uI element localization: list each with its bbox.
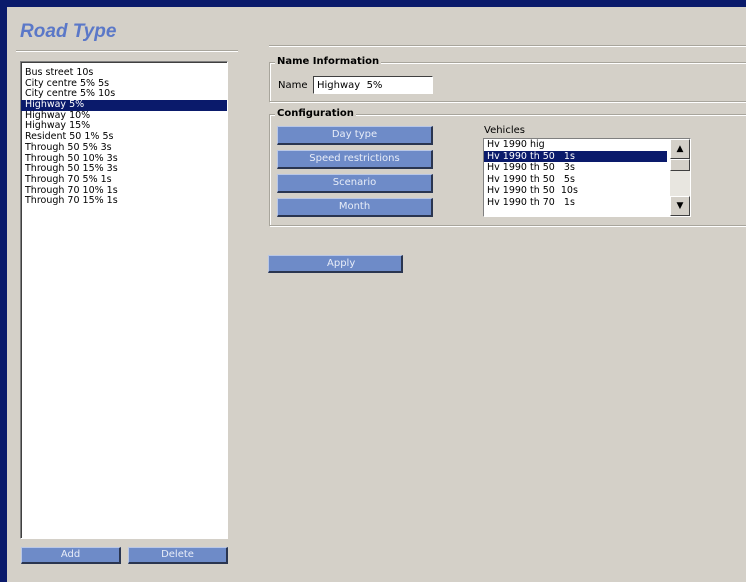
title-divider	[16, 50, 238, 52]
page-title: Road Type	[20, 21, 117, 42]
scroll-down-icon[interactable]: ▼	[670, 196, 690, 216]
vehicles-list[interactable]: Hv 1990 hig Hv 1990 th 50 1s Hv 1990 th 50…	[483, 138, 691, 217]
name-information-legend: Name Information	[275, 56, 382, 67]
scroll-up-icon[interactable]: ▲	[670, 139, 690, 159]
vehicle-item[interactable]: Hv 1990 th 50 10s	[484, 185, 667, 197]
add-button[interactable]: Add	[21, 547, 121, 564]
road-type-item[interactable]: Through 70 5% 1s	[21, 174, 227, 186]
vehicle-item[interactable]: Hv 1990 th 50 5s	[484, 174, 667, 186]
name-input[interactable]	[313, 76, 433, 94]
scenario-button[interactable]: Scenario	[277, 174, 433, 193]
delete-button[interactable]: Delete	[128, 547, 228, 564]
vehicles-scrollbar[interactable]: ▲ ▼	[670, 139, 690, 216]
vehicle-item[interactable]: Hv 1990 hig	[484, 139, 667, 151]
road-type-list[interactable]: Bus street 10s City centre 5% 5s City cent…	[20, 61, 228, 539]
configuration-legend: Configuration	[275, 108, 356, 119]
name-label: Name	[278, 80, 308, 91]
panel-divider	[269, 45, 746, 47]
vehicle-item[interactable]: Hv 1990 th 50 3s	[484, 162, 667, 174]
road-type-item[interactable]: Through 50 5% 3s	[21, 142, 227, 154]
road-type-item[interactable]: Through 70 15% 1s	[21, 196, 227, 207]
vehicle-item[interactable]: Hv 1990 th 50 1s	[484, 150, 667, 162]
month-button[interactable]: Month	[277, 198, 433, 217]
vehicle-item[interactable]: Hv 1990 th 70 1s	[484, 197, 667, 209]
speed-restrictions-button[interactable]: Speed restrictions	[277, 150, 433, 169]
day-type-button[interactable]: Day type	[277, 126, 433, 145]
apply-button[interactable]: Apply	[268, 255, 403, 273]
scroll-thumb[interactable]	[670, 159, 690, 171]
vehicles-label: Vehicles	[484, 125, 525, 136]
